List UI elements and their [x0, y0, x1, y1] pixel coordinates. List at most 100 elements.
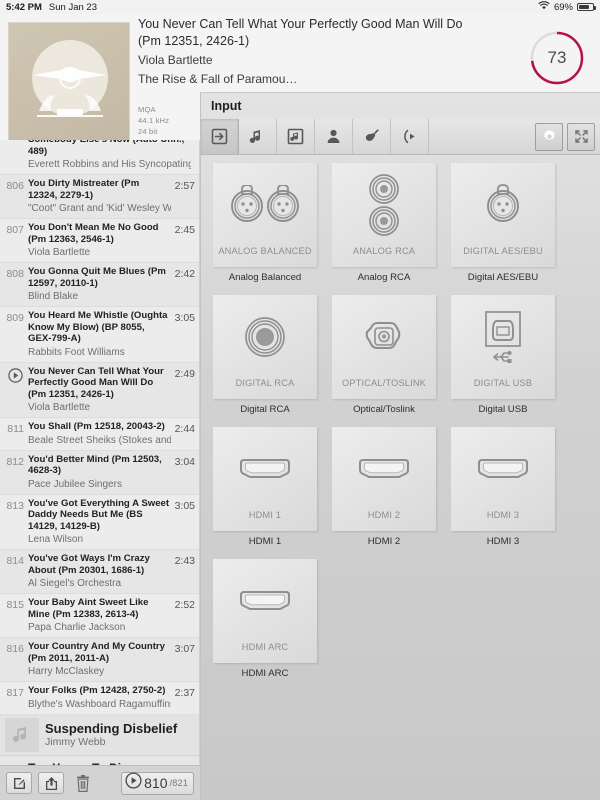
track-duration: 2:57 — [174, 180, 195, 192]
input-source-tile[interactable]: DIGITAL USB — [451, 295, 555, 399]
tab-radio[interactable] — [391, 119, 429, 154]
tab-artist[interactable] — [315, 119, 353, 154]
input-tile-label: DIGITAL AES/EBU — [463, 246, 543, 256]
xlr-pair-icon — [213, 163, 317, 246]
status-date: Sun Jan 23 — [48, 1, 97, 13]
track-number: 813 — [6, 499, 24, 512]
track-number: 816 — [6, 643, 24, 655]
input-caption: Digital AES/EBU — [467, 272, 539, 283]
table-row[interactable]: 808 You Gonna Quit Me Blues (Pm 12597, 2… — [0, 263, 199, 307]
input-source-tile[interactable]: ANALOG BALANCED — [213, 163, 317, 267]
input-source-tile[interactable]: ANALOG RCA — [332, 163, 436, 267]
input-tile-label: ANALOG BALANCED — [218, 246, 312, 256]
album-artist: Jimmy Webb — [45, 735, 106, 748]
input-caption: Analog RCA — [357, 272, 411, 283]
share-icon[interactable] — [38, 772, 64, 794]
hdmi-icon — [213, 427, 317, 510]
panel-title: Input — [211, 99, 242, 113]
input-source-tile[interactable]: HDMI 3 — [451, 427, 555, 531]
hdmi-icon — [451, 427, 555, 510]
input-source-cell: ANALOG RCA Analog RCA — [332, 163, 436, 283]
track-number: 814 — [6, 555, 24, 567]
volume-dial[interactable]: 73 — [527, 28, 587, 88]
table-row[interactable]: 818 Too Young To Die 5:43 — [0, 755, 199, 765]
input-tile-label: HDMI 1 — [248, 510, 282, 520]
input-caption: Digital USB — [478, 404, 528, 415]
track-number: 808 — [6, 268, 24, 280]
table-row[interactable]: 807 You Don't Mean Me No Good (Pm 12363,… — [0, 219, 199, 263]
trash-icon[interactable] — [70, 772, 96, 794]
track-title: Somebody Else's Now (Auto Unn., 489) — [28, 140, 184, 157]
fullscreen-button[interactable] — [567, 122, 595, 151]
track-title: You Never Can Tell What Your Perfectly G… — [28, 365, 164, 400]
table-row[interactable]: 809 You Heard Me Whistle (Oughta Know My… — [0, 307, 199, 363]
track-number: 815 — [6, 599, 24, 611]
xlr-single-icon — [451, 163, 555, 246]
table-row[interactable]: 814 You've Got Ways I'm Crazy About (Pm … — [0, 550, 199, 594]
table-row[interactable]: 817 Your Folks (Pm 12428, 2750-2) Blythe… — [0, 682, 199, 715]
album-header-row[interactable]: Suspending Disbelief Jimmy Webb — [0, 714, 199, 756]
input-source-tile[interactable]: HDMI 2 — [332, 427, 436, 531]
table-row[interactable]: 806 You Dirty Mistreater (Pm 12324, 2279… — [0, 175, 199, 219]
track-duration: 2:45 — [174, 224, 195, 236]
input-tile-label: HDMI ARC — [241, 642, 289, 652]
input-source-cell: OPTICAL/TOSLINK Optical/Toslink — [332, 295, 436, 415]
bit-depth-label: 24 bit — [138, 127, 158, 136]
track-duration: 3:05 — [174, 312, 195, 324]
table-row[interactable]: You Never Can Tell What Your Perfectly G… — [0, 362, 199, 418]
track-artist: Rabbits Foot Williams — [28, 346, 125, 358]
input-source-tile[interactable]: DIGITAL RCA — [213, 295, 317, 399]
track-title: You Don't Mean Me No Good (Pm 12363, 254… — [28, 222, 159, 245]
hdmi-icon — [213, 559, 317, 642]
tab-music-note[interactable] — [239, 119, 277, 154]
track-title: You Shall (Pm 12518, 20043-2) — [28, 421, 165, 432]
table-row[interactable]: Somebody Else's Now (Auto Unn., 489) Eve… — [0, 140, 199, 175]
track-number: 807 — [6, 224, 24, 236]
table-row[interactable]: 816 Your Country And My Country (Pm 2011… — [0, 638, 199, 682]
input-panel: Input ANALOG BALANCED Analog Balanced AN… — [200, 92, 600, 800]
tab-instrument[interactable] — [353, 119, 391, 154]
track-artist: Blythe's Washboard Ragamuffins — [28, 698, 171, 710]
table-row[interactable]: 812 You'd Better Mind (Pm 12503, 4628-3)… — [0, 450, 199, 495]
track-artist: Viola Bartlette — [28, 402, 91, 413]
play-position-counter[interactable]: 810 /821 — [121, 771, 194, 795]
input-source-tile[interactable]: OPTICAL/TOSLINK — [332, 295, 436, 399]
track-title: You Gonna Quit Me Blues (Pm 12597, 20110… — [28, 266, 166, 289]
track-duration: 2:49 — [174, 367, 195, 380]
settings-button[interactable] — [535, 122, 563, 151]
input-source-tile[interactable]: HDMI 1 — [213, 427, 317, 531]
current-track-index: 810 — [144, 775, 168, 791]
input-caption: HDMI 3 — [486, 536, 520, 547]
table-row[interactable]: 811 You Shall (Pm 12518, 20043-2) Beale … — [0, 418, 199, 451]
tab-album[interactable] — [277, 119, 315, 154]
input-source-cell: DIGITAL RCA Digital RCA — [213, 295, 317, 415]
track-artist: Al Siegel's Orchestra — [28, 578, 122, 589]
table-row[interactable]: 813 You've Got Everything A Sweet Daddy … — [0, 494, 199, 550]
track-list-pane[interactable]: Somebody Else's Now (Auto Unn., 489) Eve… — [0, 140, 200, 765]
panel-toolbar — [201, 119, 600, 155]
input-caption: Optical/Toslink — [353, 404, 415, 415]
track-artist: Beale Street Sheiks (Stokes and Sane) — [28, 434, 171, 446]
track-duration: 3:07 — [174, 643, 195, 655]
input-source-cell: HDMI 3 HDMI 3 — [451, 427, 555, 547]
track-title: You've Got Ways I'm Crazy About (Pm 2030… — [28, 553, 150, 576]
track-duration: 2:43 — [174, 555, 195, 567]
track-artist: Pace Jubilee Singers — [28, 478, 122, 490]
input-source-tile[interactable]: HDMI ARC — [213, 559, 317, 663]
music-note-icon — [5, 717, 39, 752]
edit-pencil-icon[interactable] — [6, 772, 32, 794]
list-bottom-toolbar: 810 /821 — [0, 765, 200, 800]
track-title: You Heard Me Whistle (Oughta Know My Blo… — [28, 310, 168, 344]
input-source-tile[interactable]: DIGITAL AES/EBU — [451, 163, 555, 267]
tab-input[interactable] — [201, 119, 239, 154]
input-tile-label: ANALOG RCA — [352, 246, 416, 256]
track-title: You'd Better Mind (Pm 12503, 4628-3) — [28, 453, 162, 477]
track-title: You Never Can Tell What Your Perfectly G… — [138, 17, 463, 48]
input-grid-row: DIGITAL RCA Digital RCA OPTICAL/TOSLINK … — [213, 295, 589, 415]
track-title: You've Got Everything A Sweet Daddy Need… — [28, 497, 170, 532]
album-cover-art[interactable] — [8, 22, 130, 144]
input-caption: HDMI 1 — [248, 536, 282, 547]
table-row[interactable]: 815 Your Baby Aint Sweet Like Mine (Pm 1… — [0, 594, 199, 638]
panel-action-buttons — [535, 119, 600, 154]
track-list-scroll: Somebody Else's Now (Auto Unn., 489) Eve… — [0, 140, 199, 765]
